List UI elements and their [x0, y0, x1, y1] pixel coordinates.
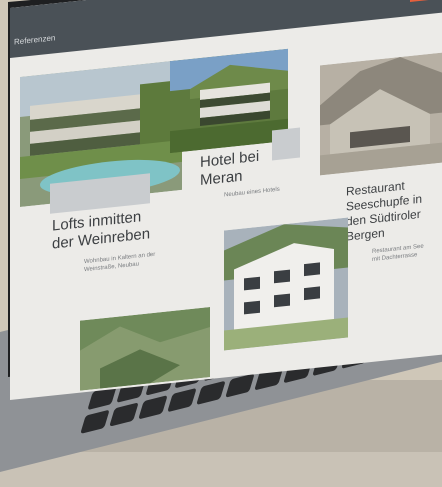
card-subtitle: Restaurant am See mit Dachterrasse [372, 243, 424, 264]
card-title[interactable]: Hotel bei Meran [200, 148, 259, 190]
restaurant-photo[interactable] [320, 52, 442, 176]
card-accent-block [272, 127, 300, 161]
keyboard-key[interactable] [196, 380, 226, 406]
browser-screen: Referenzen Lofts inmitten der Weinreben [10, 0, 442, 400]
card-subtitle-line: Neubau eines Hotels [224, 186, 280, 199]
hotel-photo[interactable] [170, 48, 288, 154]
keyboard-key[interactable] [225, 373, 255, 398]
building-photo[interactable] [224, 217, 348, 351]
menu-button[interactable] [410, 0, 436, 2]
laptop: Referenzen Lofts inmitten der Weinreben [0, 0, 442, 472]
card-subtitle: Neubau eines Hotels [224, 186, 280, 200]
card-title[interactable]: Lofts inmitten der Weinreben [52, 207, 150, 253]
keyboard-key[interactable] [167, 387, 197, 413]
aerial-photo[interactable] [80, 306, 210, 391]
keyboard-key[interactable] [138, 395, 168, 420]
card-subtitle: Wohnbau in Kaltern an der Weinstraße, Ne… [84, 251, 155, 274]
breadcrumb[interactable]: Referenzen [14, 33, 55, 46]
keyboard-key[interactable] [109, 402, 139, 427]
card-title[interactable]: Restaurant Seeschupfe in den Südtiroler … [346, 177, 422, 245]
site-header: Referenzen [10, 0, 442, 58]
